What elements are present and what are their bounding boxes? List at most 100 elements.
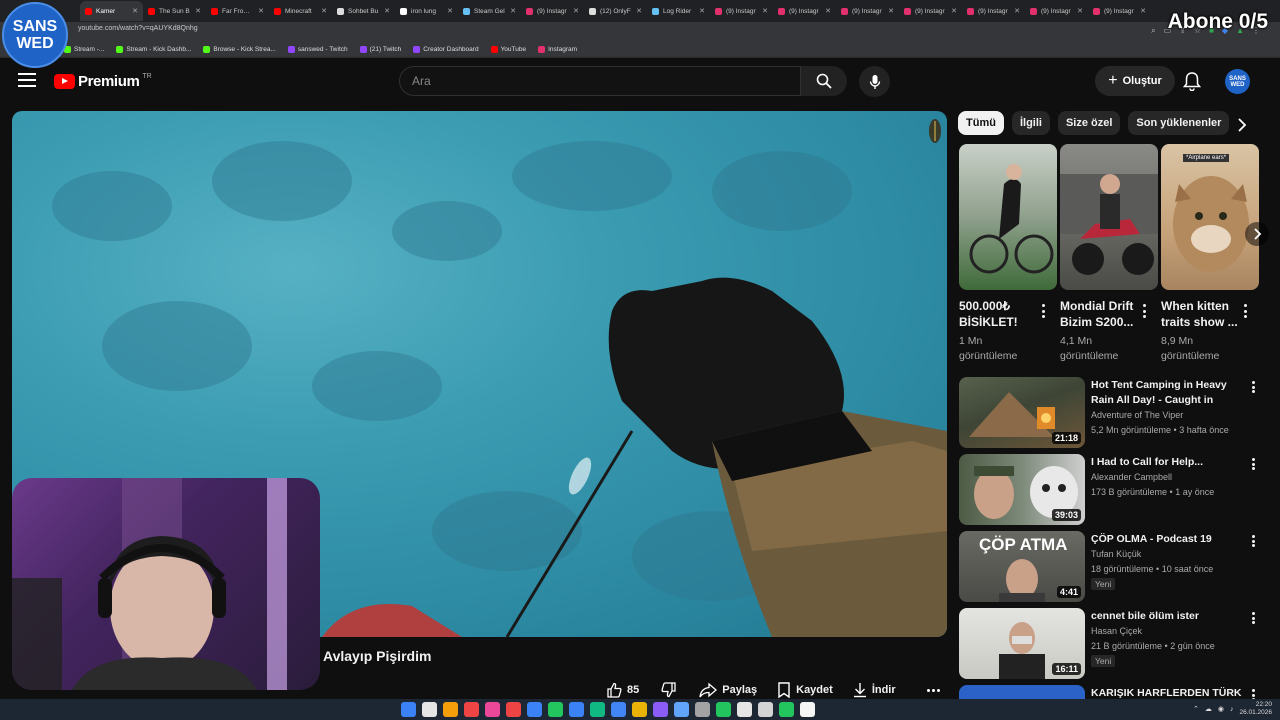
channel-name[interactable]: Adventure of The Viper (1091, 410, 1183, 420)
account-avatar[interactable]: SANS WED (1225, 69, 1250, 94)
short-thumbnail[interactable]: *Airplane ears* (1161, 144, 1259, 290)
short-title[interactable]: When kitten traits show ... (1161, 298, 1241, 330)
browser-tab[interactable]: Steam Gel ✕ (458, 1, 521, 21)
short-thumbnail[interactable] (1060, 144, 1158, 290)
chevron-right-icon[interactable] (1234, 117, 1250, 133)
browser-tab[interactable]: Kamer ✕ (80, 1, 143, 21)
short-title[interactable]: 500.000₺ BİSİKLET! (959, 298, 1039, 330)
filter-chip[interactable]: Son yüklenenler (1128, 111, 1230, 135)
tab-close-icon[interactable]: ✕ (1140, 7, 1146, 15)
video-menu-icon[interactable] (1252, 612, 1256, 624)
channel-name[interactable]: Hasan Çiçek (1091, 626, 1142, 636)
volume-icon[interactable]: ♪ (1230, 706, 1234, 713)
short-menu-icon[interactable] (1042, 304, 1046, 318)
search-button[interactable] (801, 66, 847, 96)
video-menu-icon[interactable] (1252, 381, 1256, 393)
tab-close-icon[interactable]: ✕ (762, 7, 768, 15)
taskbar-app-icon[interactable] (737, 702, 752, 717)
browser-tab[interactable]: Minecraft ✕ (269, 1, 332, 21)
cloud-icon[interactable]: ☁ (1205, 705, 1212, 713)
browser-tab[interactable]: (9) Instagr ✕ (899, 1, 962, 21)
taskbar-app-icon[interactable] (548, 702, 563, 717)
video-thumbnail[interactable]: 16:11 (959, 608, 1085, 679)
bookmark-item[interactable]: Instagram (538, 45, 577, 53)
taskbar-app-icon[interactable] (569, 702, 584, 717)
search-input[interactable]: Ara (399, 66, 801, 96)
taskbar-app-icon[interactable] (695, 702, 710, 717)
video-thumbnail[interactable]: 21:18 (959, 377, 1085, 448)
browser-tab[interactable]: (9) Instagr ✕ (521, 1, 584, 21)
browser-tab[interactable]: Log Rider ✕ (647, 1, 710, 21)
short-menu-icon[interactable] (1244, 304, 1248, 318)
hamburger-menu-icon[interactable] (18, 73, 36, 87)
tab-close-icon[interactable]: ✕ (699, 7, 705, 15)
video-thumbnail[interactable]: 39:03 (959, 454, 1085, 525)
voice-search-button[interactable] (859, 66, 890, 97)
clock[interactable]: 22:20 26.01.2026 (1239, 701, 1272, 717)
browser-tab[interactable]: Sohbet Bu ✕ (332, 1, 395, 21)
address-bar-url[interactable]: youtube.com/watch?v=qAUYKd8Qnhg (78, 25, 198, 32)
taskbar-app-icon[interactable] (758, 702, 773, 717)
tab-close-icon[interactable]: ✕ (636, 7, 642, 15)
shorts-next-button[interactable] (1245, 222, 1269, 246)
taskbar-app-icon[interactable] (443, 702, 458, 717)
browser-tab[interactable]: (9) Instagr ✕ (710, 1, 773, 21)
more-actions-button[interactable] (922, 680, 944, 700)
browser-tab[interactable]: (9) Instagr ✕ (1025, 1, 1088, 21)
browser-tab[interactable]: (12) OnlyF ✕ (584, 1, 647, 21)
taskbar-app-icon[interactable] (716, 702, 731, 717)
taskbar-app-icon[interactable] (779, 702, 794, 717)
browser-tab[interactable]: iron lung ✕ (395, 1, 458, 21)
video-menu-icon[interactable] (1252, 535, 1256, 547)
recommended-video[interactable]: ÇÖP ATMA 4:41 ÇÖP OLMA - Podcast 19 Tufa… (958, 531, 1262, 603)
taskbar-app-icon[interactable] (590, 702, 605, 717)
recommended-video[interactable]: 21:18 Hot Tent Camping in Heavy Rain All… (958, 377, 1262, 449)
taskbar-app-icon[interactable] (422, 702, 437, 717)
create-button[interactable]: + Oluştur (1095, 66, 1175, 96)
bookmark-item[interactable]: Stream - Kick Dashb... (116, 45, 191, 53)
bookmark-item[interactable]: Creator Dashboard (413, 45, 479, 53)
short-thumbnail[interactable] (959, 144, 1057, 290)
tab-close-icon[interactable]: ✕ (951, 7, 957, 15)
bookmark-item[interactable]: (21) Twitch (359, 45, 401, 53)
taskbar-app-icon[interactable] (653, 702, 668, 717)
taskbar-app-icon[interactable] (674, 702, 689, 717)
taskbar-app-icon[interactable] (485, 702, 500, 717)
taskbar-app-icon[interactable] (632, 702, 647, 717)
browser-tab[interactable]: (9) Instagr ✕ (962, 1, 1025, 21)
recommended-video[interactable]: KARIŞIK HARFLERDEN TÜRK (958, 685, 1262, 699)
tab-close-icon[interactable]: ✕ (888, 7, 894, 15)
bookmark-item[interactable]: Browse - Kick Strea... (203, 45, 276, 53)
taskbar-app-icon[interactable] (401, 702, 416, 717)
video-title[interactable]: cennet bile ölüm ister (1091, 609, 1246, 624)
channel-watermark-icon[interactable] (927, 117, 943, 145)
taskbar-app-icon[interactable] (527, 702, 542, 717)
browser-tab[interactable]: Far From A ✕ (206, 1, 269, 21)
video-title[interactable]: Hot Tent Camping in Heavy Rain All Day! … (1091, 378, 1246, 408)
tab-close-icon[interactable]: ✕ (1077, 7, 1083, 15)
video-menu-icon[interactable] (1252, 458, 1256, 470)
youtube-premium-logo[interactable]: Premium TR (54, 73, 152, 90)
tab-close-icon[interactable]: ✕ (195, 7, 201, 15)
taskbar-app-icon[interactable] (464, 702, 479, 717)
network-icon[interactable]: ◉ (1218, 705, 1224, 713)
tab-close-icon[interactable]: ✕ (321, 7, 327, 15)
recommended-video[interactable]: 16:11 cennet bile ölüm ister Hasan Çiçek… (958, 608, 1262, 680)
tab-close-icon[interactable]: ✕ (510, 7, 516, 15)
tab-close-icon[interactable]: ✕ (132, 7, 138, 15)
browser-tab[interactable]: (9) Instagr ✕ (1088, 1, 1151, 21)
browser-tab[interactable]: (9) Instagr ✕ (773, 1, 836, 21)
video-title[interactable]: ÇÖP OLMA - Podcast 19 (1091, 532, 1246, 547)
zoom-icon[interactable]: ⌕ (1151, 26, 1155, 36)
video-title[interactable]: I Had to Call for Help... (1091, 455, 1246, 470)
taskbar-app-icon[interactable] (800, 702, 815, 717)
filter-chip[interactable]: Size özel (1057, 111, 1121, 135)
chevron-up-icon[interactable]: ⌃ (1193, 705, 1199, 713)
bookmark-item[interactable]: sanswed - Twitch (287, 45, 348, 53)
taskbar-app-icon[interactable] (611, 702, 626, 717)
tab-close-icon[interactable]: ✕ (258, 7, 264, 15)
taskbar-app-icon[interactable] (506, 702, 521, 717)
filter-chip[interactable]: İlgili (1011, 111, 1050, 135)
tab-close-icon[interactable]: ✕ (384, 7, 390, 15)
channel-name[interactable]: Alexander Campbell (1091, 472, 1172, 482)
